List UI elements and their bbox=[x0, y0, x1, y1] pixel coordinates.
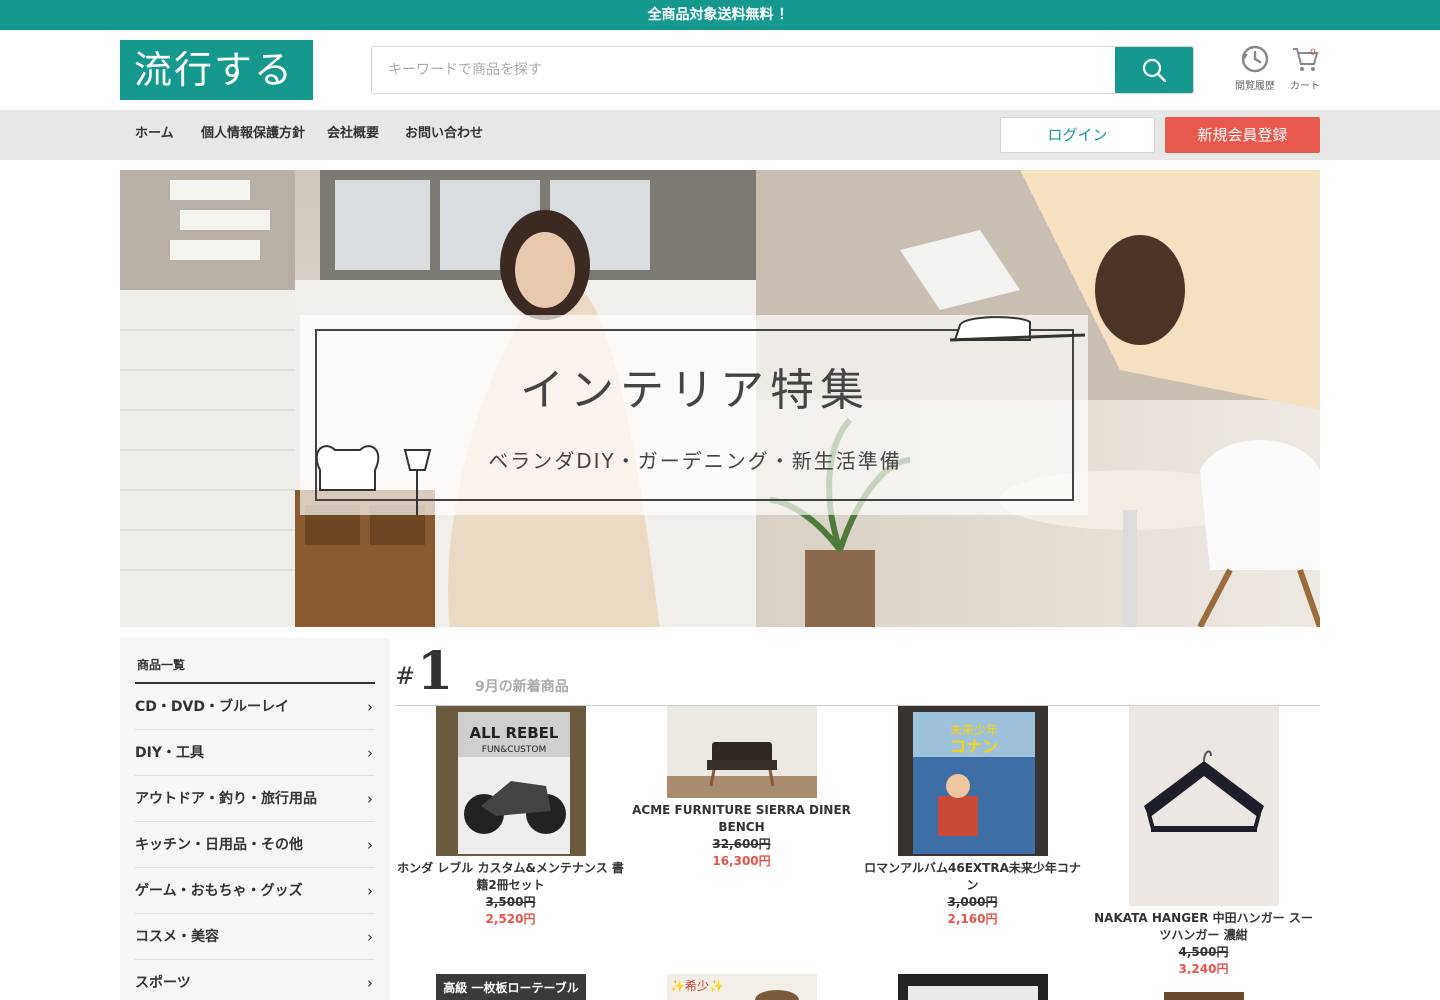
product-name: ロマンアルバム46EXTRA未来少年コナン bbox=[864, 861, 1081, 892]
product-price: 16,300円 bbox=[712, 854, 771, 868]
product-price: 2,520円 bbox=[485, 912, 536, 926]
site-header: 流行する 閲覧履歴 0 カート bbox=[0, 30, 1440, 110]
category-cd-dvd[interactable]: CD・DVD・ブルーレイ › bbox=[135, 684, 375, 730]
chevron-right-icon: › bbox=[367, 790, 373, 808]
category-label: キッチン・日用品・その他 bbox=[135, 837, 303, 853]
product-name: ACME FURNITURE SIERRA DINER BENCH bbox=[632, 803, 851, 834]
nav-privacy-policy[interactable]: 個人情報保護方針 bbox=[201, 110, 305, 160]
product-card[interactable]: ✨希少✨ bbox=[626, 974, 857, 1000]
chevron-right-icon: › bbox=[367, 744, 373, 762]
product-price: 2,160円 bbox=[947, 912, 998, 926]
search-icon bbox=[1142, 58, 1167, 83]
banner-title: インテリア特集 bbox=[520, 365, 870, 416]
album-title-1: 未来少年 bbox=[949, 723, 997, 737]
site-logo[interactable]: 流行する bbox=[120, 40, 313, 100]
chevron-right-icon: › bbox=[367, 882, 373, 900]
product-card[interactable]: ACME FURNITURE SIERRA DINER BENCH 32,600… bbox=[626, 706, 857, 870]
nav-contact[interactable]: お問い合わせ bbox=[405, 110, 483, 160]
product-image bbox=[897, 974, 1048, 1000]
nav-company[interactable]: 会社概要 bbox=[327, 110, 379, 160]
free-shipping-bar: 全商品対象送料無料 ！ bbox=[0, 0, 1440, 30]
search-bar bbox=[371, 46, 1194, 94]
nav-home[interactable]: ホーム bbox=[135, 110, 174, 160]
product-image bbox=[1128, 706, 1279, 906]
category-cosmetics[interactable]: コスメ・美容 › bbox=[135, 914, 375, 960]
section-rank-number: 1 bbox=[417, 641, 454, 702]
history-label: 閲覧履歴 bbox=[1235, 81, 1275, 92]
product-card[interactable]: ALL REBEL FUN&CUSTOM ホンダ レブル カスタム&メンテナンス… bbox=[395, 706, 626, 928]
category-label: ゲーム・おもちゃ・グッズ bbox=[135, 883, 303, 899]
category-sports[interactable]: スポーツ › bbox=[135, 960, 375, 1000]
chevron-right-icon: › bbox=[367, 836, 373, 854]
history-link[interactable]: 閲覧履歴 bbox=[1230, 44, 1280, 92]
product-image: ✨希少✨ bbox=[666, 974, 817, 1000]
search-button[interactable] bbox=[1115, 47, 1193, 93]
product-image: 高級 一枚板ローテーブル bbox=[435, 974, 586, 1000]
product-image bbox=[666, 706, 817, 798]
hero-banner[interactable]: インテリア特集 ベランダDIY・ガーデニング・新生活準備 bbox=[120, 170, 1320, 627]
banner-subtitle: ベランダDIY・ガーデニング・新生活準備 bbox=[488, 449, 902, 473]
chevron-right-icon: › bbox=[367, 928, 373, 946]
product-old-price: 4,500円 bbox=[1178, 945, 1229, 959]
magazine-title: ALL REBEL bbox=[469, 724, 558, 742]
product-card[interactable]: 高級 一枚板ローテーブル bbox=[395, 974, 626, 1000]
product-name: NAKATA HANGER 中田ハンガー スーツハンガー 濃紺 bbox=[1094, 911, 1313, 942]
new-arrivals-header: # 1 9月の新着商品 bbox=[395, 640, 1320, 706]
category-games[interactable]: ゲーム・おもちゃ・グッズ › bbox=[135, 868, 375, 914]
product-image-caption: 高級 一枚板ローテーブル bbox=[443, 980, 578, 995]
login-button[interactable]: ログイン bbox=[1000, 117, 1155, 153]
register-button[interactable]: 新規会員登録 bbox=[1165, 117, 1320, 153]
product-card[interactable]: 未来少年 コナン ロマンアルバム46EXTRA未来少年コナン 3,000円 2,… bbox=[857, 706, 1088, 928]
product-image-caption: ✨希少✨ bbox=[670, 978, 724, 993]
product-image bbox=[1128, 974, 1279, 1000]
product-old-price: 3,000円 bbox=[947, 895, 998, 909]
section-subtitle: 9月の新着商品 bbox=[475, 679, 569, 695]
sidebar-title: 商品一覧 bbox=[135, 656, 375, 684]
product-image: 未来少年 コナン bbox=[897, 706, 1048, 856]
category-label: CD・DVD・ブルーレイ bbox=[135, 699, 289, 715]
product-card[interactable] bbox=[857, 974, 1088, 1000]
product-old-price: 3,500円 bbox=[485, 895, 536, 909]
category-kitchen[interactable]: キッチン・日用品・その他 › bbox=[135, 822, 375, 868]
category-label: スポーツ bbox=[135, 975, 191, 991]
chevron-right-icon: › bbox=[367, 974, 373, 992]
product-card[interactable] bbox=[1088, 974, 1319, 1000]
section-hash: # bbox=[395, 662, 416, 690]
product-image: ALL REBEL FUN&CUSTOM bbox=[435, 706, 586, 856]
cart-count-badge: 0 bbox=[1310, 48, 1316, 58]
search-input[interactable] bbox=[372, 47, 1117, 93]
history-icon bbox=[1241, 45, 1269, 73]
magazine-subtitle: FUN&CUSTOM bbox=[481, 745, 545, 755]
banner-image: インテリア特集 ベランダDIY・ガーデニング・新生活準備 bbox=[120, 170, 1320, 627]
product-card[interactable]: NAKATA HANGER 中田ハンガー スーツハンガー 濃紺 4,500円 3… bbox=[1088, 706, 1319, 978]
product-old-price: 32,600円 bbox=[712, 837, 771, 851]
category-label: DIY・工具 bbox=[135, 745, 204, 761]
cart-label: カート bbox=[1290, 81, 1320, 92]
category-sidebar: 商品一覧 CD・DVD・ブルーレイ › DIY・工具 › アウトドア・釣り・旅行用品… bbox=[120, 638, 390, 1000]
category-label: アウトドア・釣り・旅行用品 bbox=[135, 791, 317, 807]
album-title-2: コナン bbox=[949, 737, 997, 756]
chevron-right-icon: › bbox=[367, 698, 373, 716]
category-diy-tools[interactable]: DIY・工具 › bbox=[135, 730, 375, 776]
category-outdoor[interactable]: アウトドア・釣り・旅行用品 › bbox=[135, 776, 375, 822]
main-nav: ホーム 個人情報保護方針 会社概要 お問い合わせ ログイン 新規会員登録 bbox=[0, 110, 1440, 160]
category-label: コスメ・美容 bbox=[135, 929, 219, 945]
product-name: ホンダ レブル カスタム&メンテナンス 書籍2冊セット bbox=[397, 861, 624, 892]
cart-link[interactable]: 0 カート bbox=[1280, 44, 1330, 92]
